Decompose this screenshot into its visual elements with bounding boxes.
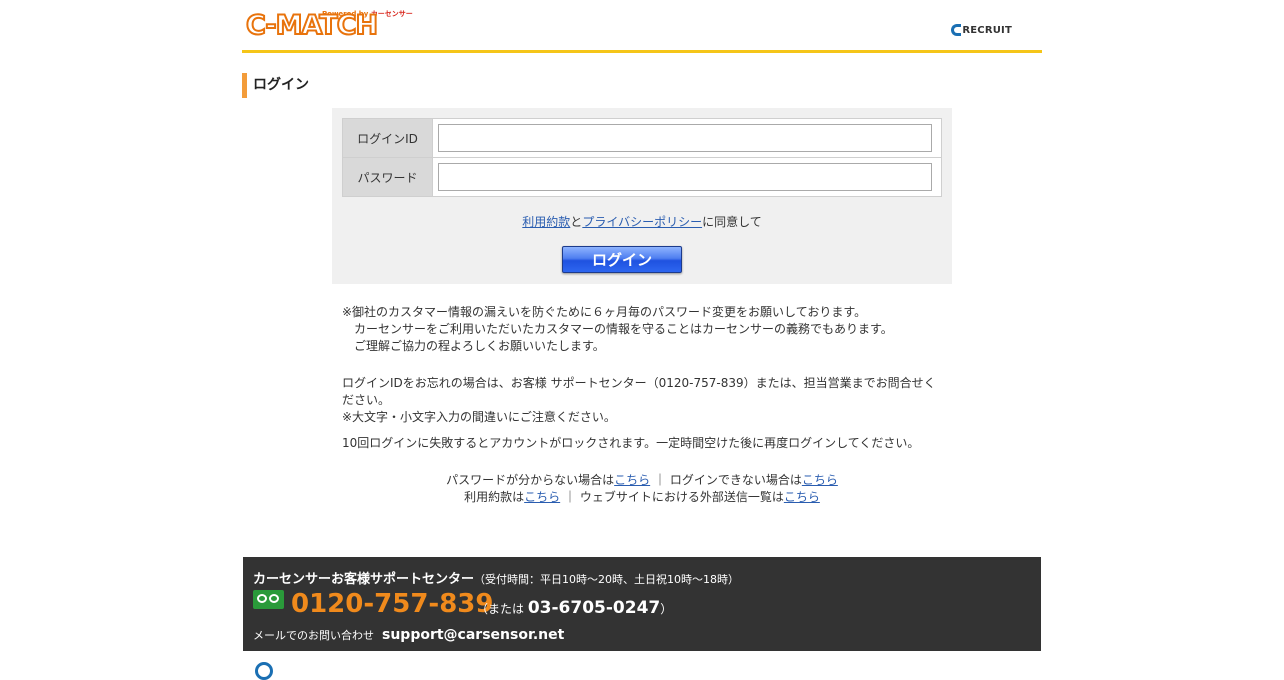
password-label: パスワード xyxy=(342,157,433,197)
support-footer: カーセンサーお客様サポートセンター（受付時間：平日10時〜20時、土日祝10時〜… xyxy=(243,557,1041,651)
lockout-notice: 10回ログインに失敗するとアカウントがロックされます。一定時間空けた後に再度ログ… xyxy=(342,436,920,450)
alt-phone: （または 03-6705-0247） xyxy=(476,598,673,618)
recruit-logo: RECRUIT xyxy=(951,24,1012,36)
external-transmission-link[interactable]: こちら xyxy=(784,490,820,504)
login-id-label: ログインID xyxy=(342,118,433,158)
login-form-table: ログインID パスワード xyxy=(342,118,942,197)
terms-page-link[interactable]: こちら xyxy=(524,490,560,504)
forgot-password-link[interactable]: こちら xyxy=(614,473,650,487)
recruit-mark-icon xyxy=(951,24,962,36)
recruit-circle-icon xyxy=(255,662,273,680)
mail-contact: メールでのお問い合わせ support@carsensor.net xyxy=(253,627,565,643)
forgot-id-notice: ログインIDをお忘れの場合は、お客様 サポートセンター（0120-757-839… xyxy=(342,376,936,424)
terms-link[interactable]: 利用約款 xyxy=(522,215,570,229)
login-id-input[interactable] xyxy=(438,124,932,152)
cmatch-logo: C-MATCH xyxy=(245,10,379,42)
cannot-login-link[interactable]: こちら xyxy=(802,473,838,487)
free-dial-icon xyxy=(253,590,284,609)
help-links: パスワードが分からない場合はこちら ｜ ログインできない場合はこちら 利用約款は… xyxy=(446,473,838,504)
page-title: ログイン xyxy=(242,73,309,98)
privacy-policy-link[interactable]: プライバシーポリシー xyxy=(582,215,702,229)
support-email: support@carsensor.net xyxy=(382,627,565,643)
login-box: ログインID パスワード 利用約款とプライバシーポリシーに同意して ログイン xyxy=(332,108,952,284)
header: Powered by カーセンサー C-MATCH RECRUIT xyxy=(242,0,1042,53)
password-change-notice: ※御社のカスタマー情報の漏えいを防ぐために６ヶ月毎のパスワード変更をお願いしてお… xyxy=(342,305,893,353)
support-phone: 0120-757-839 xyxy=(291,589,494,619)
support-center-title: カーセンサーお客様サポートセンター（受付時間：平日10時〜20時、土日祝10時〜… xyxy=(253,572,740,587)
login-button[interactable]: ログイン xyxy=(562,246,682,273)
password-input[interactable] xyxy=(438,163,932,191)
agreement-text: 利用約款とプライバシーポリシーに同意して xyxy=(522,215,762,229)
